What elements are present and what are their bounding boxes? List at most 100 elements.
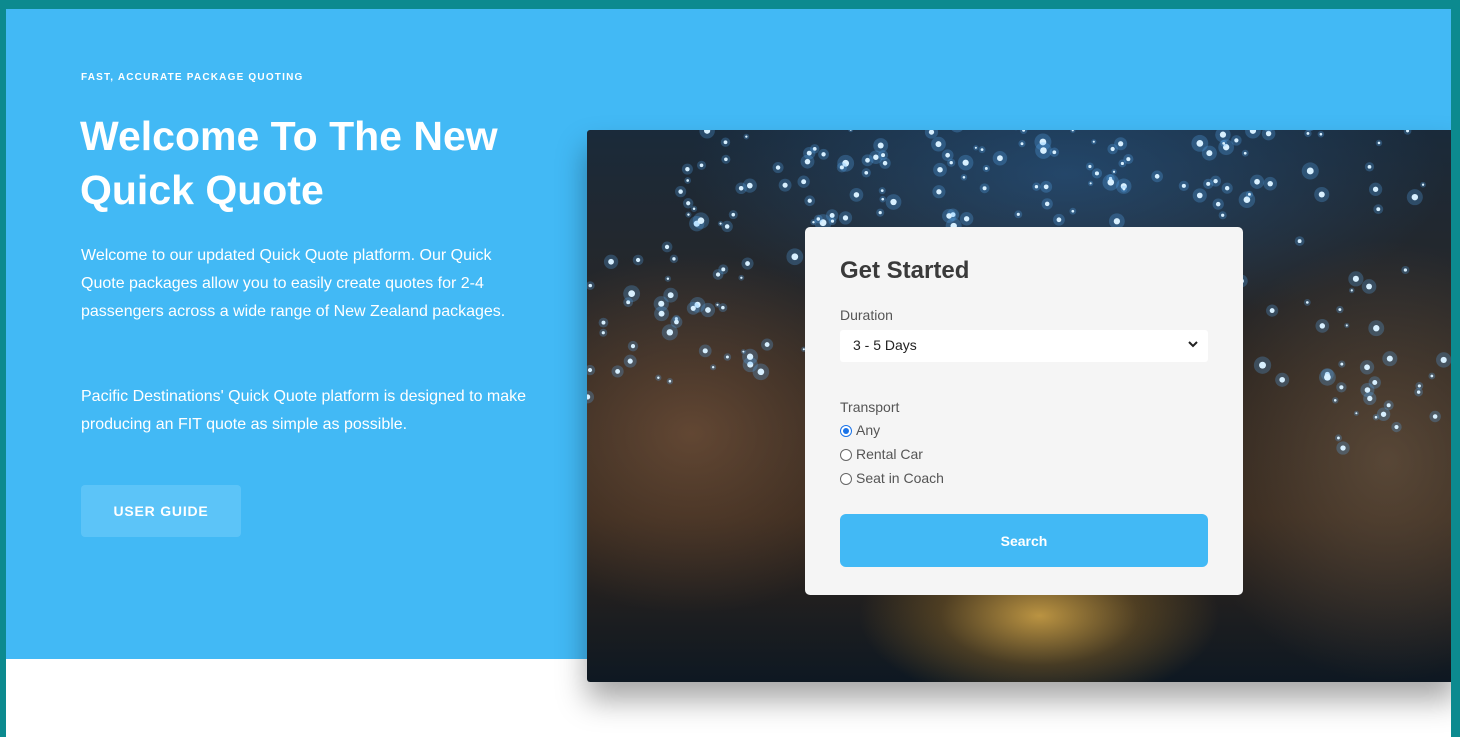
glowworm-light (1305, 301, 1309, 304)
glowworm-light (962, 176, 966, 179)
glowworm-light (702, 348, 708, 354)
glowworm-light (890, 198, 897, 206)
glowworm-light (782, 182, 788, 188)
glowworm-light (816, 217, 821, 221)
hero-eyebrow: FAST, ACCURATE PACKAGE QUOTING (81, 72, 304, 83)
glowworm-light (1071, 209, 1075, 213)
glowworm-light (601, 331, 605, 335)
glowworm-light (945, 152, 951, 158)
glowworm-light (791, 253, 799, 261)
glowworm-light (719, 222, 722, 225)
glowworm-light (1092, 140, 1095, 143)
transport-option-label: Rental Car (856, 446, 923, 462)
glowworm-light (628, 290, 636, 298)
glowworm-light (1094, 171, 1099, 176)
glowworm-light (842, 215, 849, 221)
glowworm-light (746, 182, 753, 189)
search-button[interactable]: Search (840, 514, 1208, 567)
glowworm-light (687, 213, 690, 216)
glowworm-light (1373, 325, 1380, 332)
glowworm-light (881, 197, 885, 201)
glowworm-light (1056, 217, 1062, 223)
glowworm-light (1297, 239, 1302, 244)
glowworm-light (746, 353, 754, 360)
glowworm-light (1043, 184, 1049, 190)
glowworm-light (801, 179, 807, 185)
glowworm-light (1247, 192, 1251, 196)
user-guide-button[interactable]: USER GUIDE (81, 485, 241, 537)
glowworm-light (1364, 364, 1370, 371)
glowworm-light (1052, 150, 1057, 155)
glowworm-light (1154, 174, 1160, 179)
radio-button[interactable] (840, 473, 852, 485)
get-started-card: Get Started Duration 3 - 5 Days Transpor… (805, 227, 1243, 595)
glowworm-light (984, 167, 988, 170)
glowworm-light (686, 179, 690, 182)
glowworm-light (615, 369, 621, 374)
page-title: Welcome To The New Quick Quote (80, 113, 498, 213)
glowworm-light (839, 165, 844, 170)
glowworm-light (1411, 193, 1419, 201)
glowworm-light (1040, 147, 1047, 154)
glowworm-light (997, 155, 1003, 162)
glowworm-light (1338, 308, 1342, 312)
glowworm-light (724, 157, 728, 162)
glowworm-light (764, 342, 770, 348)
glowworm-light (853, 192, 860, 198)
duration-select[interactable]: 3 - 5 Days (840, 330, 1208, 362)
glowworm-light (745, 135, 748, 138)
glowworm-light (635, 257, 641, 263)
glowworm-light (587, 367, 593, 373)
hero-platform-paragraph: Pacific Destinations' Quick Quote platfo… (81, 388, 527, 433)
glowworm-light (757, 368, 765, 376)
glowworm-light (588, 283, 593, 288)
glowworm-light (1374, 415, 1378, 419)
glowworm-light (1386, 355, 1393, 362)
glowworm-light (812, 221, 815, 224)
glowworm-light (1267, 180, 1273, 187)
glowworm-light (742, 350, 745, 353)
glowworm-light (864, 170, 869, 175)
glowworm-light (716, 303, 719, 306)
glowworm-light (1350, 289, 1353, 292)
hero-intro-paragraph: Welcome to our updated Quick Quote platf… (81, 247, 506, 320)
glowworm-light (721, 305, 725, 310)
glowworm-light (1219, 131, 1227, 138)
glowworm-light (601, 320, 606, 325)
glowworm-light (731, 212, 736, 217)
glowworm-light (666, 277, 670, 280)
radio-button[interactable] (840, 449, 852, 461)
glowworm-light (1306, 131, 1310, 135)
glowworm-light (1380, 411, 1387, 417)
glowworm-light (946, 213, 952, 219)
radio-button-selected[interactable] (840, 425, 852, 437)
glowworm-light (608, 258, 614, 265)
transport-option-label: Any (856, 422, 881, 438)
glowworm-light (1034, 185, 1039, 189)
glowworm-light (1110, 146, 1115, 152)
glowworm-light (880, 189, 884, 193)
glowworm-light (672, 257, 676, 261)
glowworm-light (1377, 141, 1381, 145)
glowworm-light (1340, 362, 1344, 366)
glowworm-light (804, 158, 811, 165)
glowworm-light (937, 166, 943, 173)
glowworm-light (1215, 201, 1221, 207)
glowworm-light (1367, 395, 1373, 402)
glowworm-light (1319, 132, 1323, 136)
glowworm-light (1118, 141, 1124, 147)
glowworm-light (658, 310, 665, 317)
glowworm-light (1126, 157, 1131, 162)
glowworm-light (1352, 275, 1359, 282)
glowworm-light (775, 165, 781, 170)
glowworm-light (1319, 323, 1326, 329)
glowworm-light (1269, 308, 1275, 314)
glowworm-light (1224, 185, 1230, 191)
glowworm-light (873, 154, 879, 160)
glowworm-light (1324, 373, 1331, 381)
glowworm-light (738, 185, 744, 191)
glowworm-light (1279, 376, 1285, 383)
duration-selected-value: 3 - 5 Days (853, 337, 917, 353)
glowworm-light (1376, 207, 1381, 212)
glowworm-light (1213, 178, 1218, 184)
